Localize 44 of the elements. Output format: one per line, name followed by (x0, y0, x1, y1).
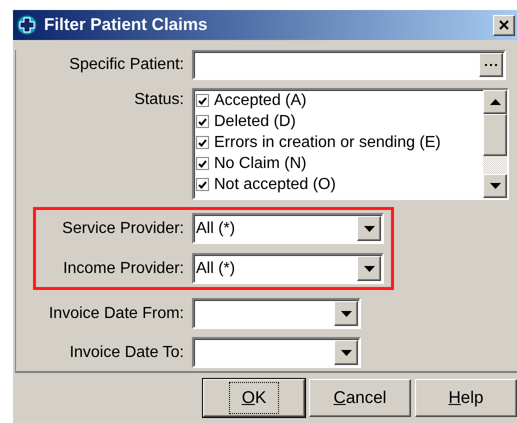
ellipsis-icon (485, 64, 497, 66)
field-label: Invoice Date To: (70, 344, 184, 360)
dropdown-field[interactable]: All (*) (192, 253, 384, 284)
field-label: Invoice Date From: (48, 304, 184, 322)
down-arrow-icon (364, 226, 374, 232)
up-arrow-icon (490, 99, 500, 105)
field-label: Income Provider: (63, 260, 184, 276)
browse-button[interactable] (479, 53, 503, 77)
dropdown-button[interactable] (334, 301, 358, 326)
checkbox[interactable] (196, 94, 209, 107)
scroll-down-button[interactable] (483, 174, 507, 198)
checkbox[interactable] (196, 157, 209, 170)
dialog-button[interactable]: Cancel (309, 379, 411, 417)
status-list-item[interactable]: Errors in creation or sending (E) (196, 132, 483, 153)
dialog-button[interactable]: Help (415, 379, 517, 417)
status-list-item[interactable]: No Claim (N) (196, 153, 483, 174)
checkbox[interactable] (196, 115, 209, 128)
dropdown-field[interactable] (192, 337, 361, 368)
close-icon (499, 20, 509, 30)
window-title: Filter Patient Claims (44, 14, 208, 36)
app-logo-icon (16, 14, 38, 36)
dropdown-button[interactable] (357, 256, 381, 281)
patient-field[interactable] (192, 50, 506, 80)
scrollbar[interactable] (483, 90, 507, 198)
dropdown-field[interactable]: All (*) (192, 213, 384, 244)
field-label: Service Provider: (62, 220, 184, 236)
down-arrow-icon (490, 183, 500, 189)
status-list-item[interactable]: Deleted (D) (196, 111, 483, 132)
checkbox[interactable] (196, 178, 209, 191)
dialog-button[interactable]: OK (203, 379, 305, 417)
scroll-thumb[interactable] (483, 114, 507, 156)
down-arrow-icon (364, 266, 374, 272)
status-list-item[interactable]: Accepted (A) (196, 90, 483, 111)
status-list-item[interactable]: Not accepted (O) (196, 174, 483, 195)
field-label: Status: (134, 91, 184, 108)
dropdown-field[interactable] (192, 298, 361, 329)
down-arrow-icon (340, 350, 352, 356)
dropdown-button[interactable] (334, 340, 358, 365)
down-arrow-icon (340, 310, 352, 316)
close-button[interactable] (493, 14, 515, 36)
dropdown-button[interactable] (357, 216, 381, 241)
checkbox[interactable] (196, 136, 209, 149)
field-label: Specific Patient: (69, 56, 184, 73)
scroll-up-button[interactable] (483, 90, 507, 114)
